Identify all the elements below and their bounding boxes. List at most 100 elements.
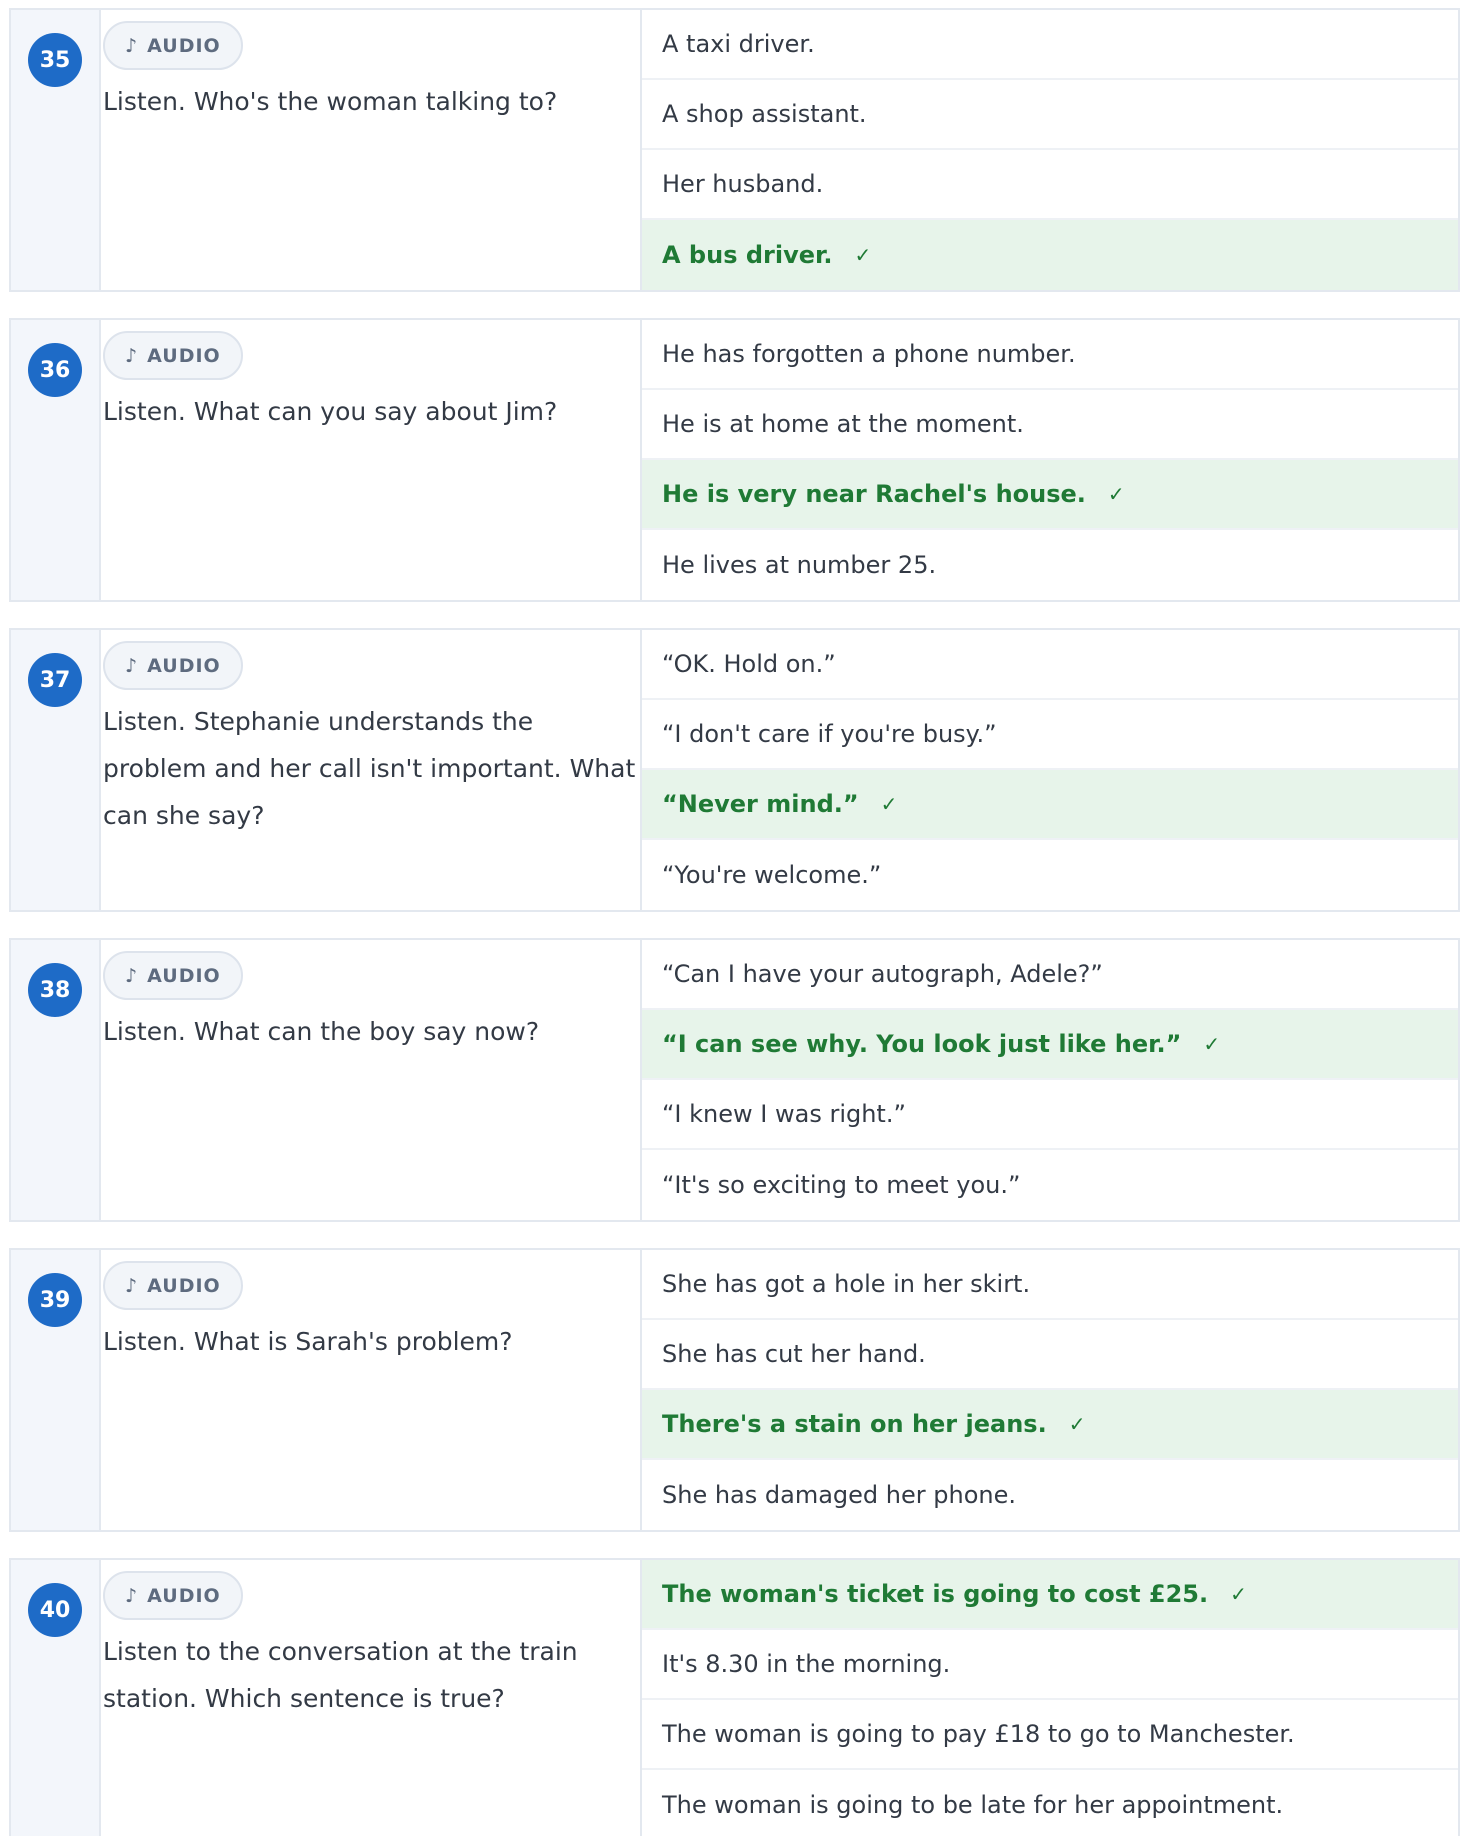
answer-option-text: “It's so exciting to meet you.” — [662, 1170, 1021, 1199]
answer-option[interactable]: “OK. Hold on.” — [642, 630, 1458, 700]
audio-button-label: AUDIO — [147, 1274, 221, 1297]
question-row: 40 ♪ AUDIO Listen to the conversation at th… — [9, 1558, 1460, 1836]
question-number-badge: 38 — [28, 963, 82, 1017]
question-prompt: Listen. What is Sarah's problem? — [103, 1327, 513, 1356]
answer-options: A taxi driver. A shop assistant. Her husba… — [642, 10, 1458, 290]
question-row: 38 ♪ AUDIO Listen. What can the boy say now… — [9, 938, 1460, 1222]
answer-option-correct[interactable]: “I can see why. You look just like her.”… — [642, 1010, 1458, 1080]
answer-option-text: “Can I have your autograph, Adele?” — [662, 960, 1103, 988]
question-number-badge: 37 — [28, 653, 82, 707]
audio-button[interactable]: ♪ AUDIO — [103, 331, 243, 380]
answer-option-text: She has damaged her phone. — [662, 1480, 1016, 1509]
answer-option[interactable]: He has forgotten a phone number. — [642, 320, 1458, 390]
audio-button[interactable]: ♪ AUDIO — [103, 1261, 243, 1310]
audio-button[interactable]: ♪ AUDIO — [103, 21, 243, 70]
question-row: 39 ♪ AUDIO Listen. What is Sarah's problem?… — [9, 1248, 1460, 1532]
answer-option-text: He has forgotten a phone number. — [662, 340, 1076, 368]
answer-option[interactable]: He lives at number 25. — [642, 530, 1458, 600]
audio-button[interactable]: ♪ AUDIO — [103, 641, 243, 690]
answer-option-text: The woman's ticket is going to cost £25. — [662, 1580, 1209, 1608]
question-prompt: Listen. Stephanie understands the proble… — [103, 707, 636, 830]
question-column: ♪ AUDIO Listen. Stephanie understands the … — [101, 630, 642, 910]
question-number-badge: 36 — [28, 343, 82, 397]
answer-option[interactable]: The woman is going to pay £18 to go to M… — [642, 1700, 1458, 1770]
answer-option-text: She has cut her hand. — [662, 1340, 926, 1368]
question-number-column: 35 — [11, 10, 101, 290]
answer-option[interactable]: Her husband. — [642, 150, 1458, 220]
answer-option[interactable]: “Can I have your autograph, Adele?” — [642, 940, 1458, 1010]
audio-button-label: AUDIO — [147, 964, 221, 987]
answer-option-correct[interactable]: He is very near Rachel's house. ✓ — [642, 460, 1458, 530]
checkmark-icon: ✓ — [1203, 1032, 1221, 1056]
question-number-badge: 40 — [28, 1583, 82, 1637]
answer-option-text: She has got a hole in her skirt. — [662, 1270, 1031, 1298]
answer-option[interactable]: She has cut her hand. — [642, 1320, 1458, 1390]
question-list: 35 ♪ AUDIO Listen. Who's the woman talking … — [0, 0, 1466, 1836]
answer-option[interactable]: “It's so exciting to meet you.” — [642, 1150, 1458, 1220]
audio-button-label: AUDIO — [147, 344, 221, 367]
answer-option-text: He is very near Rachel's house. — [662, 480, 1086, 508]
question-number-column: 36 — [11, 320, 101, 600]
music-note-icon: ♪ — [125, 1584, 139, 1607]
question-prompt: Listen to the conversation at the train … — [103, 1637, 578, 1713]
answer-option-text: He is at home at the moment. — [662, 410, 1024, 438]
answer-option[interactable]: He is at home at the moment. — [642, 390, 1458, 460]
question-number-badge: 39 — [28, 1273, 82, 1327]
question-number-badge: 35 — [28, 33, 82, 87]
checkmark-icon: ✓ — [1068, 1412, 1086, 1436]
answer-option-correct[interactable]: A bus driver. ✓ — [642, 220, 1458, 290]
answer-option[interactable]: A shop assistant. — [642, 80, 1458, 150]
answer-option-text: Her husband. — [662, 170, 824, 198]
question-number-column: 40 — [11, 1560, 101, 1836]
question-row: 37 ♪ AUDIO Listen. Stephanie understands th… — [9, 628, 1460, 912]
answer-option-text: “I don't care if you're busy.” — [662, 720, 997, 748]
music-note-icon: ♪ — [125, 1274, 139, 1297]
question-prompt: Listen. What can the boy say now? — [103, 1017, 540, 1046]
question-column: ♪ AUDIO Listen to the conversation at the … — [101, 1560, 642, 1836]
answer-options: “OK. Hold on.” “I don't care if you're bu… — [642, 630, 1458, 910]
answer-option[interactable]: She has damaged her phone. — [642, 1460, 1458, 1530]
question-row: 35 ♪ AUDIO Listen. Who's the woman talking … — [9, 8, 1460, 292]
answer-option-text: “You're welcome.” — [662, 860, 882, 889]
audio-button[interactable]: ♪ AUDIO — [103, 951, 243, 1000]
question-column: ♪ AUDIO Listen. What is Sarah's problem? — [101, 1250, 642, 1530]
answer-option-text: The woman is going to pay £18 to go to M… — [662, 1720, 1295, 1748]
music-note-icon: ♪ — [125, 34, 139, 57]
question-number-column: 39 — [11, 1250, 101, 1530]
checkmark-icon: ✓ — [880, 792, 898, 816]
answer-options: She has got a hole in her skirt. She has … — [642, 1250, 1458, 1530]
answer-options: The woman's ticket is going to cost £25.… — [642, 1560, 1458, 1836]
answer-option[interactable]: The woman is going to be late for her ap… — [642, 1770, 1458, 1836]
question-prompt: Listen. What can you say about Jim? — [103, 397, 558, 426]
music-note-icon: ♪ — [125, 344, 139, 367]
answer-option-correct[interactable]: “Never mind.” ✓ — [642, 770, 1458, 840]
question-column: ♪ AUDIO Listen. What can the boy say now? — [101, 940, 642, 1220]
answer-option-correct[interactable]: The woman's ticket is going to cost £25.… — [642, 1560, 1458, 1630]
answer-options: “Can I have your autograph, Adele?” “I ca… — [642, 940, 1458, 1220]
answer-option-text: “I can see why. You look just like her.” — [662, 1030, 1182, 1058]
answer-option-text: “I knew I was right.” — [662, 1100, 906, 1128]
answer-option[interactable]: “You're welcome.” — [642, 840, 1458, 910]
answer-option-text: A taxi driver. — [662, 30, 815, 58]
checkmark-icon: ✓ — [854, 242, 872, 267]
answer-options: He has forgotten a phone number. He is at… — [642, 320, 1458, 600]
answer-option-text: “Never mind.” — [662, 790, 859, 818]
answer-option[interactable]: “I knew I was right.” — [642, 1080, 1458, 1150]
answer-option-text: He lives at number 25. — [662, 550, 937, 579]
question-prompt: Listen. Who's the woman talking to? — [103, 87, 558, 116]
answer-option[interactable]: It's 8.30 in the morning. — [642, 1630, 1458, 1700]
checkmark-icon: ✓ — [1107, 482, 1125, 506]
question-column: ♪ AUDIO Listen. What can you say about Jim… — [101, 320, 642, 600]
audio-button[interactable]: ♪ AUDIO — [103, 1571, 243, 1620]
question-column: ♪ AUDIO Listen. Who's the woman talking to… — [101, 10, 642, 290]
checkmark-icon: ✓ — [1230, 1582, 1247, 1606]
answer-option[interactable]: “I don't care if you're busy.” — [642, 700, 1458, 770]
answer-option-text: “OK. Hold on.” — [662, 650, 836, 678]
answer-option[interactable]: A taxi driver. — [642, 10, 1458, 80]
answer-option-text: The woman is going to be late for her ap… — [662, 1790, 1284, 1819]
music-note-icon: ♪ — [125, 654, 139, 677]
answer-option[interactable]: She has got a hole in her skirt. — [642, 1250, 1458, 1320]
answer-option-correct[interactable]: There's a stain on her jeans. ✓ — [642, 1390, 1458, 1460]
answer-option-text: A bus driver. — [662, 240, 833, 269]
question-number-column: 38 — [11, 940, 101, 1220]
